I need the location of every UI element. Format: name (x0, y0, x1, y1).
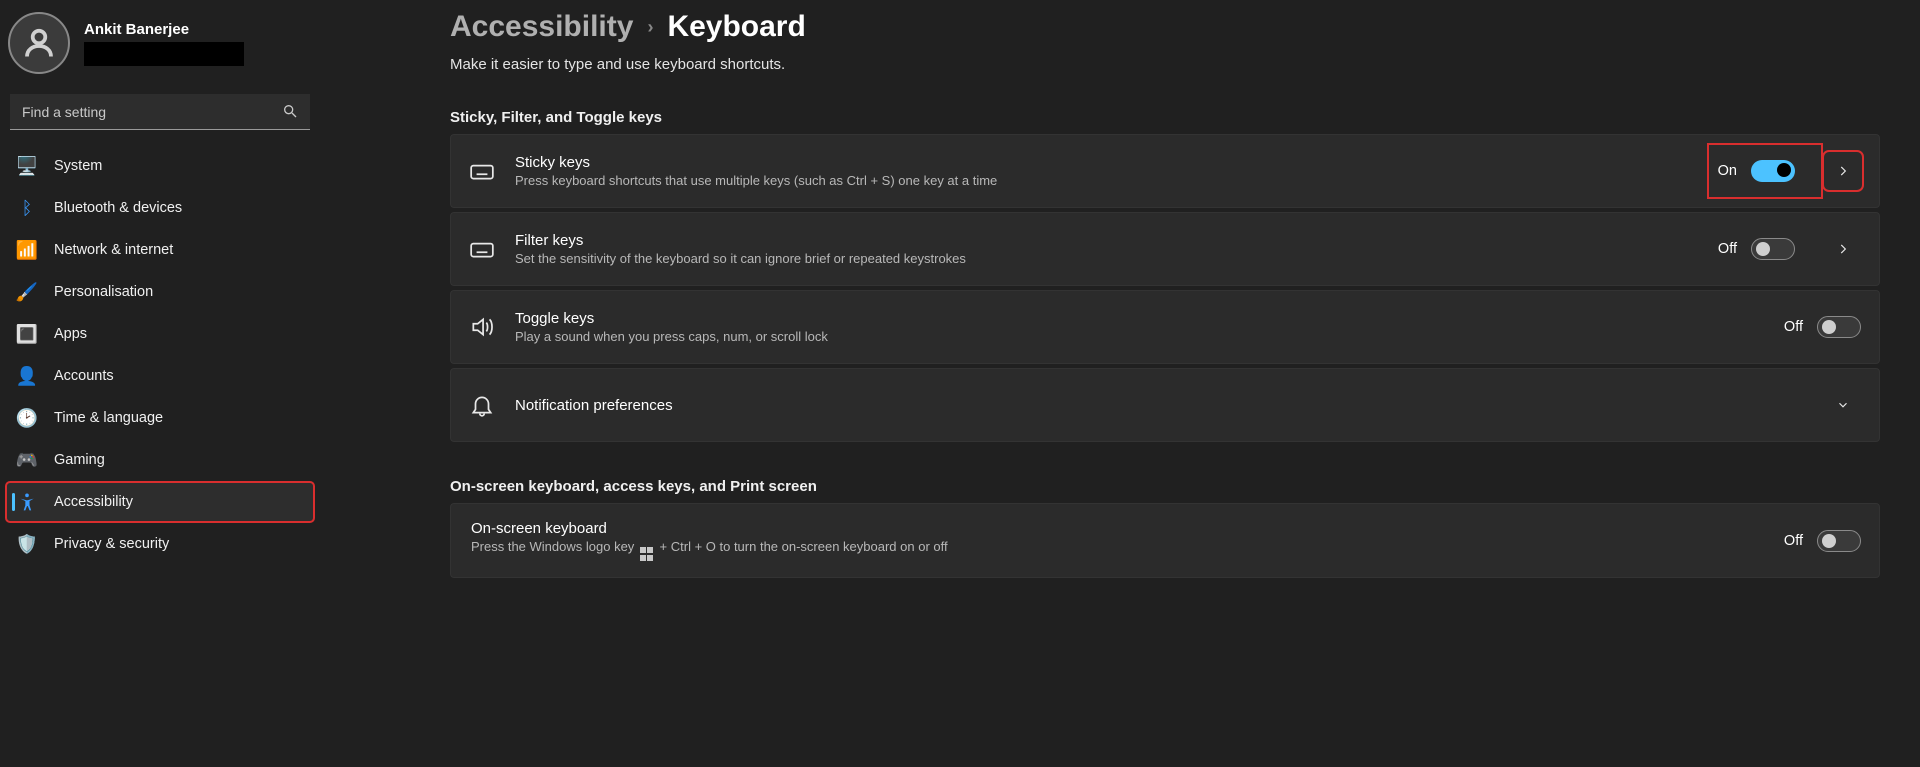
avatar (8, 12, 70, 74)
toggle-label: Off (1718, 241, 1737, 257)
search-icon (282, 103, 298, 119)
nav-personalisation[interactable]: 🖌️ Personalisation (6, 272, 314, 312)
breadcrumb: Accessibility › Keyboard (450, 10, 1880, 44)
breadcrumb-parent[interactable]: Accessibility (450, 10, 633, 44)
search-input[interactable] (10, 94, 310, 130)
nav-time[interactable]: 🕑 Time & language (6, 398, 314, 438)
setting-title: Toggle keys (515, 310, 1764, 327)
nav-network[interactable]: 📶 Network & internet (6, 230, 314, 270)
setting-onscreen-keyboard[interactable]: On-screen keyboard Press the Windows log… (450, 503, 1880, 578)
expand-sticky-keys[interactable] (1825, 153, 1861, 189)
desc-post: + Ctrl + O to turn the on-screen keyboar… (660, 539, 948, 554)
setting-filter-keys[interactable]: Filter keys Set the sensitivity of the k… (450, 212, 1880, 286)
chevron-right-icon: › (647, 17, 653, 38)
accessibility-icon (16, 491, 38, 513)
setting-title: Sticky keys (515, 154, 1698, 171)
sticky-keys-toggle[interactable] (1751, 160, 1795, 182)
toggle-label: Off (1784, 533, 1803, 549)
section-title-1: Sticky, Filter, and Toggle keys (450, 109, 1880, 126)
nav-label: Accounts (54, 368, 114, 384)
nav-label: Gaming (54, 452, 105, 468)
nav-privacy[interactable]: 🛡️ Privacy & security (6, 524, 314, 564)
toggle-label: On (1718, 163, 1737, 179)
setting-title: Filter keys (515, 232, 1698, 249)
toggle-keys-toggle[interactable] (1817, 316, 1861, 338)
setting-notification-preferences[interactable]: Notification preferences (450, 368, 1880, 442)
clock-icon: 🕑 (16, 407, 38, 429)
nav-bluetooth[interactable]: ᛒ Bluetooth & devices (6, 188, 314, 228)
keyboard-icon (469, 158, 495, 184)
setting-desc: Play a sound when you press caps, num, o… (515, 329, 1764, 344)
nav-label: Bluetooth & devices (54, 200, 182, 216)
nav-label: Time & language (54, 410, 163, 426)
expand-notification-preferences[interactable] (1825, 387, 1861, 423)
setting-toggle-keys[interactable]: Toggle keys Play a sound when you press … (450, 290, 1880, 364)
nav-accounts[interactable]: 👤 Accounts (6, 356, 314, 396)
nav: 🖥️ System ᛒ Bluetooth & devices 📶 Networ… (6, 146, 314, 564)
nav-system[interactable]: 🖥️ System (6, 146, 314, 186)
nav-accessibility[interactable]: Accessibility (6, 482, 314, 522)
setting-desc: Press the Windows logo key + Ctrl + O to… (471, 539, 1764, 561)
bell-icon (469, 392, 495, 418)
nav-gaming[interactable]: 🎮 Gaming (6, 440, 314, 480)
display-icon: 🖥️ (16, 155, 38, 177)
shield-icon: 🛡️ (16, 533, 38, 555)
filter-keys-toggle[interactable] (1751, 238, 1795, 260)
main: Accessibility › Keyboard Make it easier … (320, 0, 1920, 767)
nav-label: Personalisation (54, 284, 153, 300)
sidebar: Ankit Banerjee 🖥️ System ᛒ Bluetooth & d… (0, 0, 320, 767)
page-subtitle: Make it easier to type and use keyboard … (450, 56, 1880, 73)
setting-desc: Set the sensitivity of the keyboard so i… (515, 251, 1698, 266)
nav-label: Privacy & security (54, 536, 169, 552)
speaker-icon (469, 314, 495, 340)
page-title: Keyboard (667, 10, 805, 44)
keyboard-icon (469, 236, 495, 262)
desc-pre: Press the Windows logo key (471, 539, 638, 554)
profile-email-redacted (84, 42, 244, 66)
apps-icon: 🔳 (16, 323, 38, 345)
section-title-2: On-screen keyboard, access keys, and Pri… (450, 478, 1880, 495)
nav-label: Accessibility (54, 494, 133, 510)
onscreen-keyboard-toggle[interactable] (1817, 530, 1861, 552)
setting-sticky-keys[interactable]: Sticky keys Press keyboard shortcuts tha… (450, 134, 1880, 208)
profile-block[interactable]: Ankit Banerjee (6, 8, 314, 84)
setting-title: Notification preferences (515, 397, 1795, 414)
expand-filter-keys[interactable] (1825, 231, 1861, 267)
wifi-icon: 📶 (16, 239, 38, 261)
profile-name: Ankit Banerjee (84, 21, 244, 38)
nav-label: Network & internet (54, 242, 173, 258)
paint-icon: 🖌️ (16, 281, 38, 303)
setting-desc: Press keyboard shortcuts that use multip… (515, 173, 1698, 188)
setting-title: On-screen keyboard (471, 520, 1764, 537)
nav-apps[interactable]: 🔳 Apps (6, 314, 314, 354)
nav-label: Apps (54, 326, 87, 342)
bluetooth-icon: ᛒ (16, 197, 38, 219)
person-icon: 👤 (16, 365, 38, 387)
gaming-icon: 🎮 (16, 449, 38, 471)
toggle-label: Off (1784, 319, 1803, 335)
windows-logo-icon (640, 547, 654, 561)
search-wrap (10, 94, 310, 130)
nav-label: System (54, 158, 102, 174)
